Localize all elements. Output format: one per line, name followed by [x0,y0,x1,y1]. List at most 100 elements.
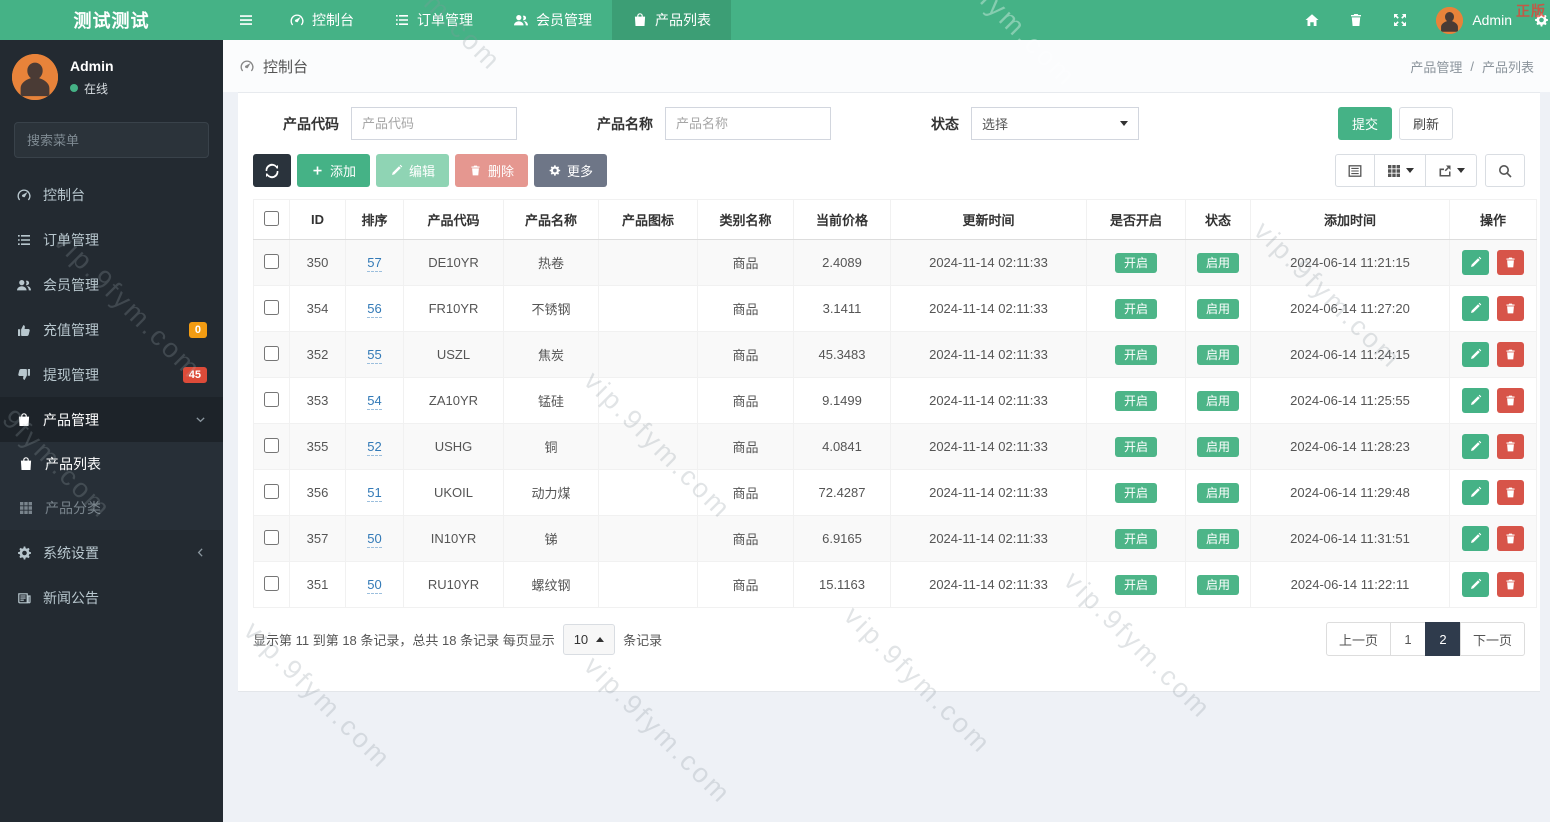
settings-button[interactable] [1526,0,1550,40]
sort-link[interactable]: 50 [367,531,382,548]
row-delete-button[interactable] [1496,296,1524,321]
row-edit-button[interactable] [1462,480,1490,505]
sidebar-item-members[interactable]: 会员管理 [0,262,223,307]
row-delete-button[interactable] [1496,250,1524,275]
col-header-actions: 操作 [1449,199,1537,240]
row-checkbox[interactable] [264,437,279,453]
row-checkbox[interactable] [264,391,279,407]
row-edit-button[interactable] [1462,342,1490,367]
select-all-checkbox[interactable] [264,210,279,226]
product-name-input[interactable] [665,107,831,140]
sidebar-item-dashboard[interactable]: 控制台 [0,172,223,217]
submit-button[interactable]: 提交 [1337,107,1392,140]
delete-button-disabled[interactable]: 删除 [455,154,529,187]
row-checkbox[interactable] [264,529,279,545]
row-delete-button[interactable] [1496,388,1524,413]
sort-link[interactable]: 54 [367,393,382,410]
cell-icon [598,331,698,378]
row-edit-button[interactable] [1462,250,1490,275]
sort-link[interactable]: 57 [367,255,382,272]
status-select[interactable]: 选择 [971,107,1139,140]
topnav-item-members[interactable]: 会员管理 [493,0,612,40]
export-button[interactable] [1425,154,1477,187]
row-checkbox[interactable] [264,483,279,499]
pagination-page-1[interactable]: 1 [1389,622,1426,656]
edit-button-disabled[interactable]: 编辑 [376,154,450,187]
sort-link[interactable]: 52 [367,439,382,456]
cell-actions [1449,331,1537,378]
cell-sort: 56 [345,285,404,332]
pagination-next[interactable]: 下一页 [1459,622,1525,656]
col-header-status[interactable]: 状态 [1185,199,1251,240]
col-header-open[interactable]: 是否开启 [1086,199,1186,240]
sidebar-item-settings[interactable]: 系统设置 [0,530,223,575]
row-select-cell [253,331,290,378]
row-checkbox[interactable] [264,253,279,269]
row-checkbox[interactable] [264,345,279,361]
home-button[interactable] [1290,0,1334,40]
topnav-item-orders[interactable]: 订单管理 [374,0,493,40]
pagination-page-2[interactable]: 2 [1424,622,1461,656]
sidebar-item-products[interactable]: 产品管理 [0,397,223,442]
reload-button[interactable] [253,154,291,187]
row-edit-button[interactable] [1462,388,1490,413]
sidebar-item-withdraw[interactable]: 提现管理 45 [0,352,223,397]
brand-logo[interactable]: 测试测试 [0,0,223,40]
col-header-price[interactable]: 当前价格 [793,199,891,240]
search-toggle-button[interactable] [1485,154,1525,187]
col-header-code[interactable]: 产品代码 [403,199,504,240]
sort-link[interactable]: 55 [367,347,382,364]
col-header-category[interactable]: 类别名称 [697,199,794,240]
topnav-item-dashboard[interactable]: 控制台 [269,0,374,40]
sidebar-item-label: 提现管理 [43,366,99,383]
user-menu[interactable]: Admin [1422,0,1526,40]
sort-link[interactable]: 50 [367,577,382,594]
add-button[interactable]: 添加 [297,154,371,187]
users-icon [17,279,31,290]
col-header-sort[interactable]: 排序 [345,199,404,240]
row-edit-button[interactable] [1462,296,1490,321]
col-header-added[interactable]: 添加时间 [1250,199,1450,240]
row-delete-button[interactable] [1496,434,1524,459]
caret-up-icon [596,636,605,642]
row-delete-button[interactable] [1496,480,1524,505]
row-checkbox[interactable] [264,299,279,315]
row-delete-button[interactable] [1496,526,1524,551]
breadcrumb-home[interactable]: 控制台 [239,56,308,77]
topnav-item-product-list[interactable]: 产品列表 [612,0,731,40]
row-edit-button[interactable] [1462,526,1490,551]
col-header-icon[interactable]: 产品图标 [598,199,698,240]
more-button[interactable]: 更多 [534,154,608,187]
cell-actions [1449,515,1537,562]
row-delete-button[interactable] [1496,572,1524,597]
pagination-prev[interactable]: 上一页 [1325,622,1391,656]
sort-link[interactable]: 56 [367,301,382,318]
cell-status: 启用 [1185,515,1251,562]
cell-name: 铜 [503,423,599,470]
col-header-updated[interactable]: 更新时间 [890,199,1087,240]
clear-cache-button[interactable] [1334,0,1378,40]
menu-search-input[interactable] [15,123,208,157]
columns-button[interactable] [1374,154,1426,187]
sidebar-toggle-button[interactable] [223,0,269,40]
product-code-input[interactable] [351,107,517,140]
row-edit-button[interactable] [1462,434,1490,459]
sidebar-item-orders[interactable]: 订单管理 [0,217,223,262]
sidebar-item-product-list[interactable]: 产品列表 [0,442,223,486]
row-edit-button[interactable] [1462,572,1490,597]
col-header-id[interactable]: ID [289,199,346,240]
row-checkbox[interactable] [264,575,279,591]
sort-link[interactable]: 51 [367,485,382,502]
sidebar-item-recharge[interactable]: 充值管理 0 [0,307,223,352]
sidebar-item-label: 新闻公告 [43,589,99,606]
breadcrumb-item[interactable]: 产品管理 [1410,57,1462,76]
col-header-name[interactable]: 产品名称 [503,199,599,240]
page-size-select[interactable]: 10 [562,623,616,655]
detail-view-button[interactable] [1335,154,1375,187]
row-delete-button[interactable] [1496,342,1524,367]
trash-icon [1351,14,1362,26]
refresh-button[interactable]: 刷新 [1398,107,1453,140]
sidebar-item-product-category[interactable]: 产品分类 [0,486,223,530]
fullscreen-button[interactable] [1378,0,1422,40]
sidebar-item-news[interactable]: 新闻公告 [0,575,223,620]
